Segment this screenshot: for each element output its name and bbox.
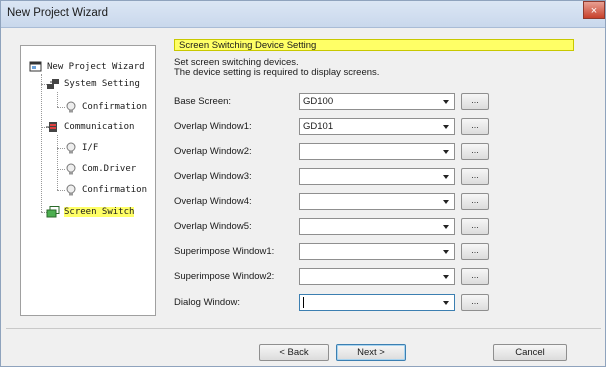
- cancel-button[interactable]: Cancel: [493, 344, 567, 361]
- superimpose-window-1-combo[interactable]: [299, 243, 455, 260]
- browse-button[interactable]: ...: [461, 294, 489, 311]
- base-screen-combo[interactable]: GD100: [299, 93, 455, 110]
- bulb-icon: [64, 163, 78, 175]
- overlap-window-1-combo[interactable]: GD101: [299, 118, 455, 135]
- communication-icon: [46, 121, 60, 133]
- tree-item-com-driver[interactable]: Com.Driver: [64, 163, 136, 175]
- tree-item-system-setting[interactable]: System Setting: [46, 78, 140, 90]
- overlap-window-2-combo[interactable]: [299, 143, 455, 160]
- browse-button[interactable]: ...: [461, 243, 489, 260]
- tree-item-screen-switch[interactable]: Screen Switch: [46, 206, 135, 218]
- chevron-down-icon: [443, 125, 449, 129]
- chevron-down-icon: [443, 150, 449, 154]
- wizard-window: New Project Wizard × New Project Wizard …: [0, 0, 606, 367]
- section-description: Set screen switching devices. The device…: [174, 57, 380, 78]
- overlap-window-3-combo[interactable]: [299, 168, 455, 185]
- settings-panel: Screen Switching Device Setting Set scre…: [164, 36, 600, 326]
- dialog-window-combo[interactable]: [299, 294, 455, 311]
- tree-item-new-project-wizard[interactable]: New Project Wizard: [29, 61, 145, 73]
- section-header: Screen Switching Device Setting: [174, 39, 574, 51]
- chevron-down-icon: [443, 275, 449, 279]
- field-row-superimpose-window-1: Superimpose Window1: ...: [164, 243, 600, 261]
- browse-button[interactable]: ...: [461, 143, 489, 160]
- field-row-overlap-window-5: Overlap Window5: ...: [164, 218, 600, 236]
- project-icon: [29, 61, 43, 73]
- field-row-overlap-window-3: Overlap Window3: ...: [164, 168, 600, 186]
- browse-button[interactable]: ...: [461, 193, 489, 210]
- browse-button[interactable]: ...: [461, 218, 489, 235]
- back-button[interactable]: < Back: [259, 344, 329, 361]
- browse-button[interactable]: ...: [461, 168, 489, 185]
- tree-item-confirmation-2[interactable]: Confirmation: [64, 184, 147, 196]
- tree-item-confirmation-1[interactable]: Confirmation: [64, 101, 147, 113]
- field-row-base-screen: Base Screen: GD100 ...: [164, 93, 600, 111]
- field-row-superimpose-window-2: Superimpose Window2: ...: [164, 268, 600, 286]
- superimpose-window-2-combo[interactable]: [299, 268, 455, 285]
- screen-switch-icon: [46, 206, 60, 218]
- field-row-overlap-window-4: Overlap Window4: ...: [164, 193, 600, 211]
- field-row-overlap-window-1: Overlap Window1: GD101 ...: [164, 118, 600, 136]
- chevron-down-icon: [443, 100, 449, 104]
- window-title: New Project Wizard: [7, 7, 108, 19]
- close-button[interactable]: ×: [583, 1, 605, 19]
- tree-connector: [41, 74, 42, 212]
- browse-button[interactable]: ...: [461, 268, 489, 285]
- bulb-icon: [64, 101, 78, 113]
- tree-item-communication[interactable]: Communication: [46, 121, 134, 133]
- overlap-window-4-combo[interactable]: [299, 193, 455, 210]
- text-caret: [303, 296, 304, 308]
- next-button[interactable]: Next >: [336, 344, 406, 361]
- chevron-down-icon: [443, 200, 449, 204]
- chevron-down-icon: [443, 250, 449, 254]
- wizard-step-tree: New Project Wizard System Setting Confir…: [20, 45, 156, 316]
- field-row-dialog-window: Dialog Window: ...: [164, 294, 600, 312]
- bulb-icon: [64, 142, 78, 154]
- footer-divider: [6, 328, 601, 329]
- field-row-overlap-window-2: Overlap Window2: ...: [164, 143, 600, 161]
- chevron-down-icon: [443, 175, 449, 179]
- tree-connector: [57, 135, 58, 190]
- browse-button[interactable]: ...: [461, 118, 489, 135]
- chevron-down-icon: [443, 301, 449, 305]
- chevron-down-icon: [443, 225, 449, 229]
- overlap-window-5-combo[interactable]: [299, 218, 455, 235]
- tree-item-if[interactable]: I/F: [64, 142, 98, 154]
- bulb-icon: [64, 184, 78, 196]
- system-icon: [46, 78, 60, 90]
- tree-connector: [57, 92, 58, 107]
- title-bar: New Project Wizard ×: [1, 1, 605, 28]
- browse-button[interactable]: ...: [461, 93, 489, 110]
